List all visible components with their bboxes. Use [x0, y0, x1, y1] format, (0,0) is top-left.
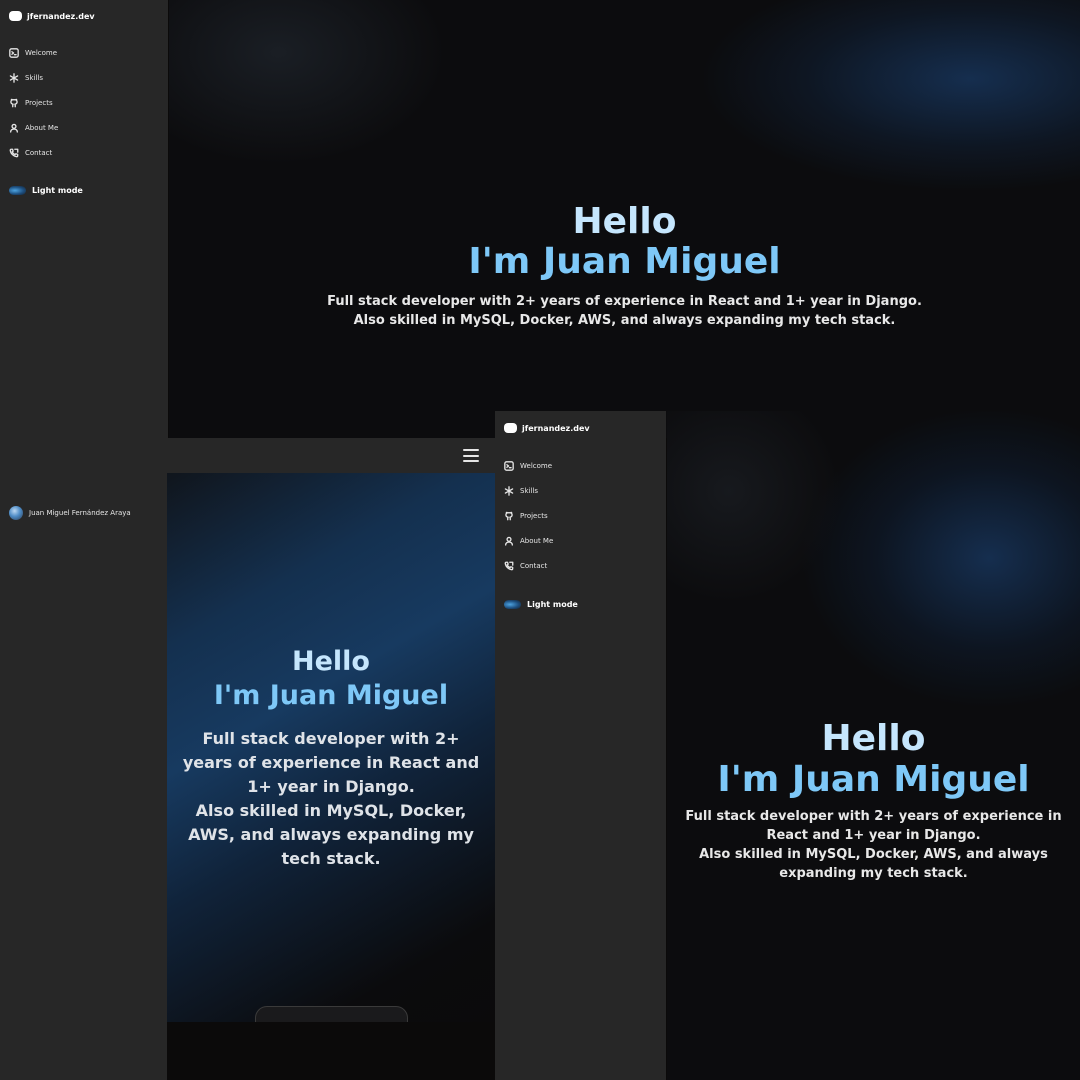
- brand-name: jfernandez.dev: [27, 11, 95, 21]
- hero-name: I'm Juan Miguel: [717, 759, 1030, 800]
- nav-item-label: Contact: [520, 561, 548, 570]
- avatar: [9, 506, 23, 520]
- nav-item-label: Welcome: [520, 461, 553, 470]
- nav-item-label: Welcome: [25, 48, 58, 57]
- brand-name: jfernandez.dev: [522, 423, 590, 433]
- light-mode-toggle[interactable]: Light mode: [504, 600, 578, 609]
- hero-section: Hello I'm Juan Miguel Full stack develop…: [169, 0, 1080, 438]
- nav-item-label: About Me: [25, 123, 59, 132]
- page-bottom: [167, 1022, 495, 1080]
- brand-link[interactable]: jfernandez.dev: [504, 423, 590, 433]
- moon-icon: [504, 600, 521, 609]
- nav-item-skills[interactable]: Skills: [504, 478, 553, 503]
- hero-description: Full stack developer with 2+ years of ex…: [675, 807, 1072, 883]
- light-mode-label: Light mode: [527, 600, 578, 609]
- hero-description-line2: Also skilled in MySQL, Docker, AWS, and …: [188, 801, 474, 868]
- hero-description-line2: Also skilled in MySQL, Docker, AWS, and …: [353, 313, 896, 328]
- atom-icon: [9, 72, 19, 83]
- nav-item-label: About Me: [520, 536, 554, 545]
- github-icon: [505, 511, 513, 520]
- github-icon: [10, 98, 18, 107]
- hero-description: Full stack developer with 2+ years of ex…: [177, 727, 485, 871]
- nav-item-about-me[interactable]: About Me: [504, 528, 553, 553]
- mobile-header: [167, 438, 495, 473]
- hero-section-mobile: Hello I'm Juan Miguel Full stack develop…: [167, 473, 495, 1080]
- hero-greeting: Hello: [821, 718, 926, 759]
- hero-description-line1: Full stack developer with 2+ years of ex…: [182, 729, 480, 796]
- hero-text: Hello I'm Juan Miguel Full stack develop…: [167, 645, 495, 871]
- hero-description-line1: Full stack developer with 2+ years of ex…: [327, 294, 922, 309]
- hero-greeting: Hello: [292, 646, 370, 677]
- logo-icon: [504, 423, 517, 433]
- hero-description: Full stack developer with 2+ years of ex…: [169, 292, 1080, 330]
- hero-text: Hello I'm Juan Miguel Full stack develop…: [169, 202, 1080, 330]
- user-icon: [505, 536, 513, 546]
- hero-text: Hello I'm Juan Miguel Full stack develop…: [667, 719, 1080, 883]
- nav-menu: Welcome Skills Projects About Me Contact: [504, 453, 553, 578]
- hero-name: I'm Juan Miguel: [468, 242, 781, 282]
- moon-icon: [9, 186, 26, 195]
- nav-item-label: Contact: [25, 148, 53, 157]
- hamburger-menu-icon[interactable]: [463, 449, 479, 462]
- hero-name: I'm Juan Miguel: [213, 680, 449, 711]
- nav-item-label: Skills: [25, 73, 43, 82]
- logo-icon: [9, 11, 22, 21]
- terminal-icon: [504, 460, 514, 471]
- sidebar: jfernandez.dev Welcome Skills Projects A…: [495, 411, 666, 1080]
- hero-description-line2: Also skilled in MySQL, Docker, AWS, and …: [699, 847, 1048, 881]
- nav-item-contact[interactable]: Contact: [9, 140, 58, 165]
- hero-greeting: Hello: [572, 201, 677, 242]
- brand-link[interactable]: jfernandez.dev: [9, 11, 95, 21]
- hero-section-tablet: Hello I'm Juan Miguel Full stack develop…: [667, 411, 1080, 1080]
- nav-item-projects[interactable]: Projects: [9, 90, 58, 115]
- terminal-icon: [9, 47, 19, 58]
- nav-item-label: Skills: [520, 486, 538, 495]
- sidebar: jfernandez.dev Welcome Skills Projects A…: [0, 0, 168, 1080]
- user-icon: [10, 123, 19, 133]
- phone-icon: [9, 148, 19, 157]
- nav-item-label: Projects: [25, 98, 53, 107]
- nav-item-welcome[interactable]: Welcome: [9, 40, 58, 65]
- light-mode-label: Light mode: [32, 186, 83, 195]
- phone-icon: [504, 561, 514, 570]
- nav-item-label: Projects: [520, 511, 548, 520]
- atom-icon: [504, 485, 514, 496]
- nav-menu: Welcome Skills Projects About Me Contact: [9, 40, 58, 165]
- nav-item-contact[interactable]: Contact: [504, 553, 553, 578]
- nav-item-welcome[interactable]: Welcome: [504, 453, 553, 478]
- hero-description-line1: Full stack developer with 2+ years of ex…: [685, 809, 1062, 843]
- profile-name: Juan Miguel Fernández Araya: [29, 509, 131, 517]
- profile[interactable]: Juan Miguel Fernández Araya: [9, 506, 131, 520]
- light-mode-toggle[interactable]: Light mode: [9, 186, 83, 195]
- nav-item-about-me[interactable]: About Me: [9, 115, 58, 140]
- nav-item-projects[interactable]: Projects: [504, 503, 553, 528]
- nav-item-skills[interactable]: Skills: [9, 65, 58, 90]
